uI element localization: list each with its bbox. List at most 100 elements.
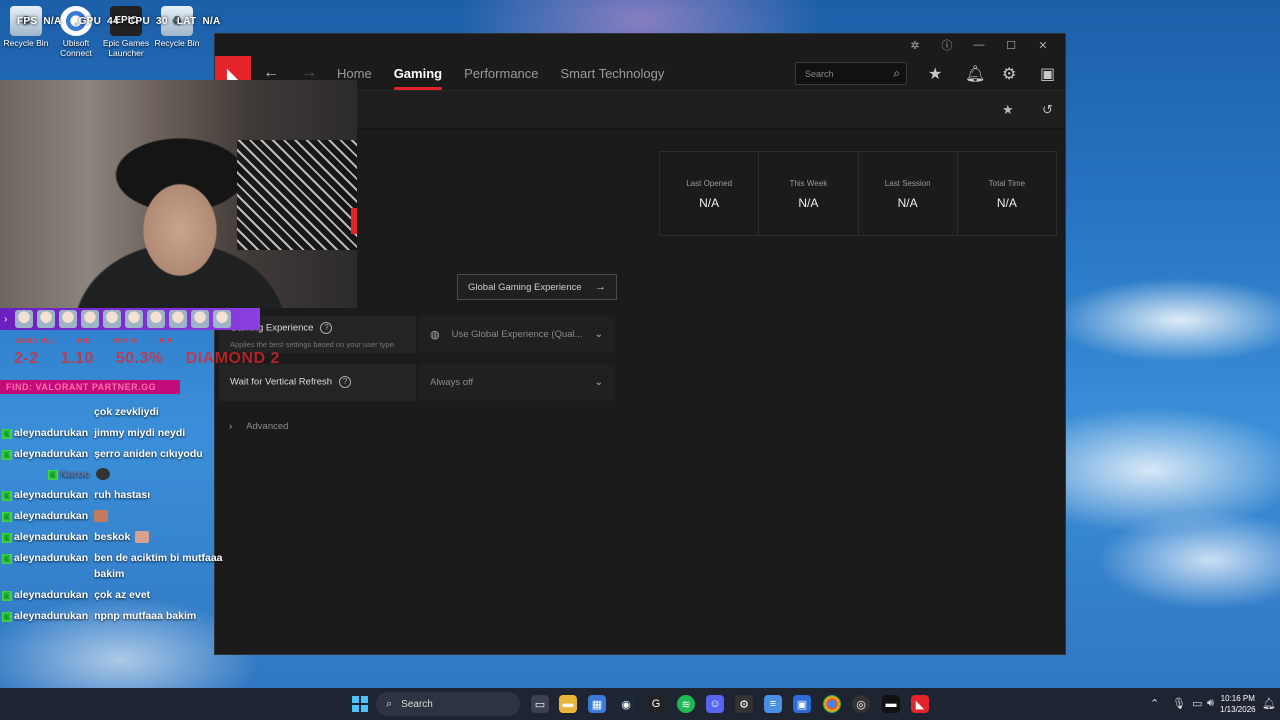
- chat-line: K aleynadurukan beskok: [2, 531, 150, 543]
- emote-icon: [191, 310, 210, 328]
- file-explorer-icon[interactable]: ▬: [559, 695, 577, 713]
- search-box[interactable]: ⌕: [795, 62, 907, 85]
- windows-taskbar: ⌕ Search ▭ ▬ ▦ ◉ G ≋ ☺ ⚙ ≡ ▣ ◎ ▬ ◣ ⌃ 🎙︎ …: [0, 688, 1280, 720]
- kick-badge-icon: K: [2, 429, 12, 439]
- amd-software-icon[interactable]: ◣: [911, 695, 929, 713]
- game-stats-panel: Last Opened N/A This Week N/A Last Sessi…: [659, 151, 1057, 236]
- favorite-star-icon[interactable]: ★: [1002, 102, 1014, 118]
- chat-username: aleynadurukan: [14, 448, 89, 460]
- setting-description: Applies the best settings based on your …: [230, 340, 396, 349]
- help-icon[interactable]: ⓘ: [931, 37, 963, 53]
- chat-message: çok zevkliydi: [94, 406, 159, 418]
- taskbar-search[interactable]: ⌕ Search: [376, 692, 520, 716]
- steam-icon[interactable]: ◉: [617, 695, 635, 713]
- notepad-icon[interactable]: ≡: [764, 695, 782, 713]
- chat-line: K aleynadurukan ruh hastası: [2, 489, 150, 501]
- help-icon[interactable]: ?: [320, 322, 333, 334]
- emote-icon: [59, 310, 78, 328]
- chat-line: K aleynadurukan jimmy miydi neydi: [2, 427, 185, 439]
- tab-gaming[interactable]: Gaming: [393, 56, 443, 91]
- chat-line: K aleynadurukan npnp mutfaaa bakim: [2, 610, 196, 622]
- tab-smart-technology[interactable]: Smart Technology: [561, 56, 665, 91]
- notification-bell-icon[interactable]: 🔔︎: [1262, 697, 1276, 710]
- emote-icon: [103, 310, 122, 328]
- desktop-icon-label: Recycle Bin: [3, 38, 49, 48]
- stat-value: N/A: [699, 196, 720, 210]
- desktop-icon-ubisoft[interactable]: . Ubisoft Connect: [50, 6, 102, 58]
- gpu-value: 44: [107, 16, 119, 27]
- stat-value: 2-2: [14, 350, 39, 367]
- desktop-icon-recycle-bin[interactable]: ♻ Recycle Bin: [0, 6, 52, 48]
- vertical-refresh-dropdown[interactable]: Always off ⌄: [418, 364, 615, 401]
- chat-message: ben de aciktim bi mutfaaa: [94, 552, 223, 564]
- kick-badge-icon: K: [2, 512, 12, 522]
- setting-gaming-experience: Gaming Experience? Applies the best sett…: [219, 316, 615, 353]
- advanced-expander[interactable]: › Advanced: [229, 421, 288, 432]
- system-clock[interactable]: 10:16 PM 1/13/2026: [1220, 693, 1256, 715]
- desktop-icon-label: Ubisoft Connect: [60, 38, 92, 58]
- desktop-icon-epic-games[interactable]: EPIC Epic Games Launcher: [100, 6, 152, 58]
- emote-icon: [169, 310, 188, 328]
- chat-message: çok az evet: [94, 589, 151, 601]
- lat-label: LAT: [176, 16, 197, 27]
- emote-icon: [15, 310, 34, 328]
- minimize-button[interactable]: —: [963, 39, 995, 51]
- gpu-label: GPU: [78, 16, 102, 27]
- spotify-icon[interactable]: ≋: [677, 695, 695, 713]
- obs-studio-icon[interactable]: ◎: [852, 695, 870, 713]
- nvidia-icon[interactable]: ▬: [882, 695, 900, 713]
- riot-icon[interactable]: G: [647, 695, 665, 713]
- discord-icon[interactable]: ☺: [706, 695, 724, 713]
- gaming-experience-dropdown[interactable]: ◍ Use Global Experience (Qual... ⌄: [418, 316, 615, 353]
- global-gaming-experience-button[interactable]: Global Gaming Experience →: [457, 274, 617, 300]
- start-button[interactable]: [352, 696, 368, 712]
- obs-icon[interactable]: ⚙: [735, 695, 753, 713]
- nav-tabs: Home Gaming Performance Smart Technology: [337, 56, 664, 91]
- tray-chevron-up-icon[interactable]: ⌃: [1150, 697, 1159, 710]
- display-icon[interactable]: ▭: [1192, 697, 1202, 710]
- lat-value: N/A: [202, 16, 221, 27]
- close-button[interactable]: ✕: [1027, 39, 1059, 52]
- desktop-icon-recycle-bin-2[interactable]: ♻ Recycle Bin: [151, 6, 203, 48]
- emoji-icon: [94, 510, 109, 522]
- chat-message: ruh hastası: [94, 489, 151, 501]
- arrow-right-icon: →: [595, 281, 606, 293]
- chat-username: Naroc: [60, 468, 90, 480]
- stat-last-session: Last Session N/A: [859, 152, 958, 235]
- microphone-icon[interactable]: 🎙︎: [1172, 697, 1186, 710]
- store-icon[interactable]: ▦: [588, 695, 606, 713]
- advanced-label: Advanced: [246, 421, 289, 432]
- kick-badge-icon: K: [2, 612, 12, 622]
- reset-icon[interactable]: ↺: [1042, 102, 1053, 118]
- task-view-icon[interactable]: ▭: [531, 695, 549, 713]
- bug-report-icon[interactable]: ✲: [899, 39, 931, 52]
- tab-performance[interactable]: Performance: [464, 56, 538, 91]
- chat-username: aleynadurukan: [14, 427, 89, 439]
- stat-label: K/D: [77, 338, 92, 345]
- chat-message: jimmy miydi neydi: [94, 427, 186, 439]
- app-icon[interactable]: ▣: [793, 695, 811, 713]
- cpu-value: 30: [156, 16, 168, 27]
- chrome-icon[interactable]: [823, 695, 841, 713]
- chat-username: aleynadurukan: [14, 531, 89, 543]
- maximize-button[interactable]: ☐: [995, 39, 1027, 52]
- emote-bar: ›: [0, 308, 260, 330]
- chevron-down-icon: ⌄: [594, 377, 603, 388]
- help-icon[interactable]: ?: [339, 376, 352, 388]
- emote-icon: [213, 310, 232, 328]
- stat-label: WIN %: [113, 338, 138, 345]
- stat-label: DAILY W/L: [16, 338, 56, 345]
- search-input[interactable]: [805, 68, 885, 79]
- search-icon[interactable]: ⌕: [893, 66, 900, 81]
- volume-icon[interactable]: 🔊︎: [1207, 697, 1214, 710]
- panel-toggle-icon[interactable]: ▣: [1040, 64, 1055, 84]
- settings-gear-icon[interactable]: ⚙: [1002, 64, 1016, 84]
- chat-line: K aleynadurukan: [2, 510, 109, 522]
- favorites-star-icon[interactable]: ★: [928, 64, 942, 84]
- emote-icon: [37, 310, 56, 328]
- notification-bell-icon[interactable]: 🔔︎: [965, 64, 985, 84]
- stat-total-time: Total Time N/A: [958, 152, 1056, 235]
- chat-username: aleynadurukan: [14, 552, 89, 564]
- emote-icon: [81, 310, 100, 328]
- cpu-label: CPU: [127, 16, 150, 27]
